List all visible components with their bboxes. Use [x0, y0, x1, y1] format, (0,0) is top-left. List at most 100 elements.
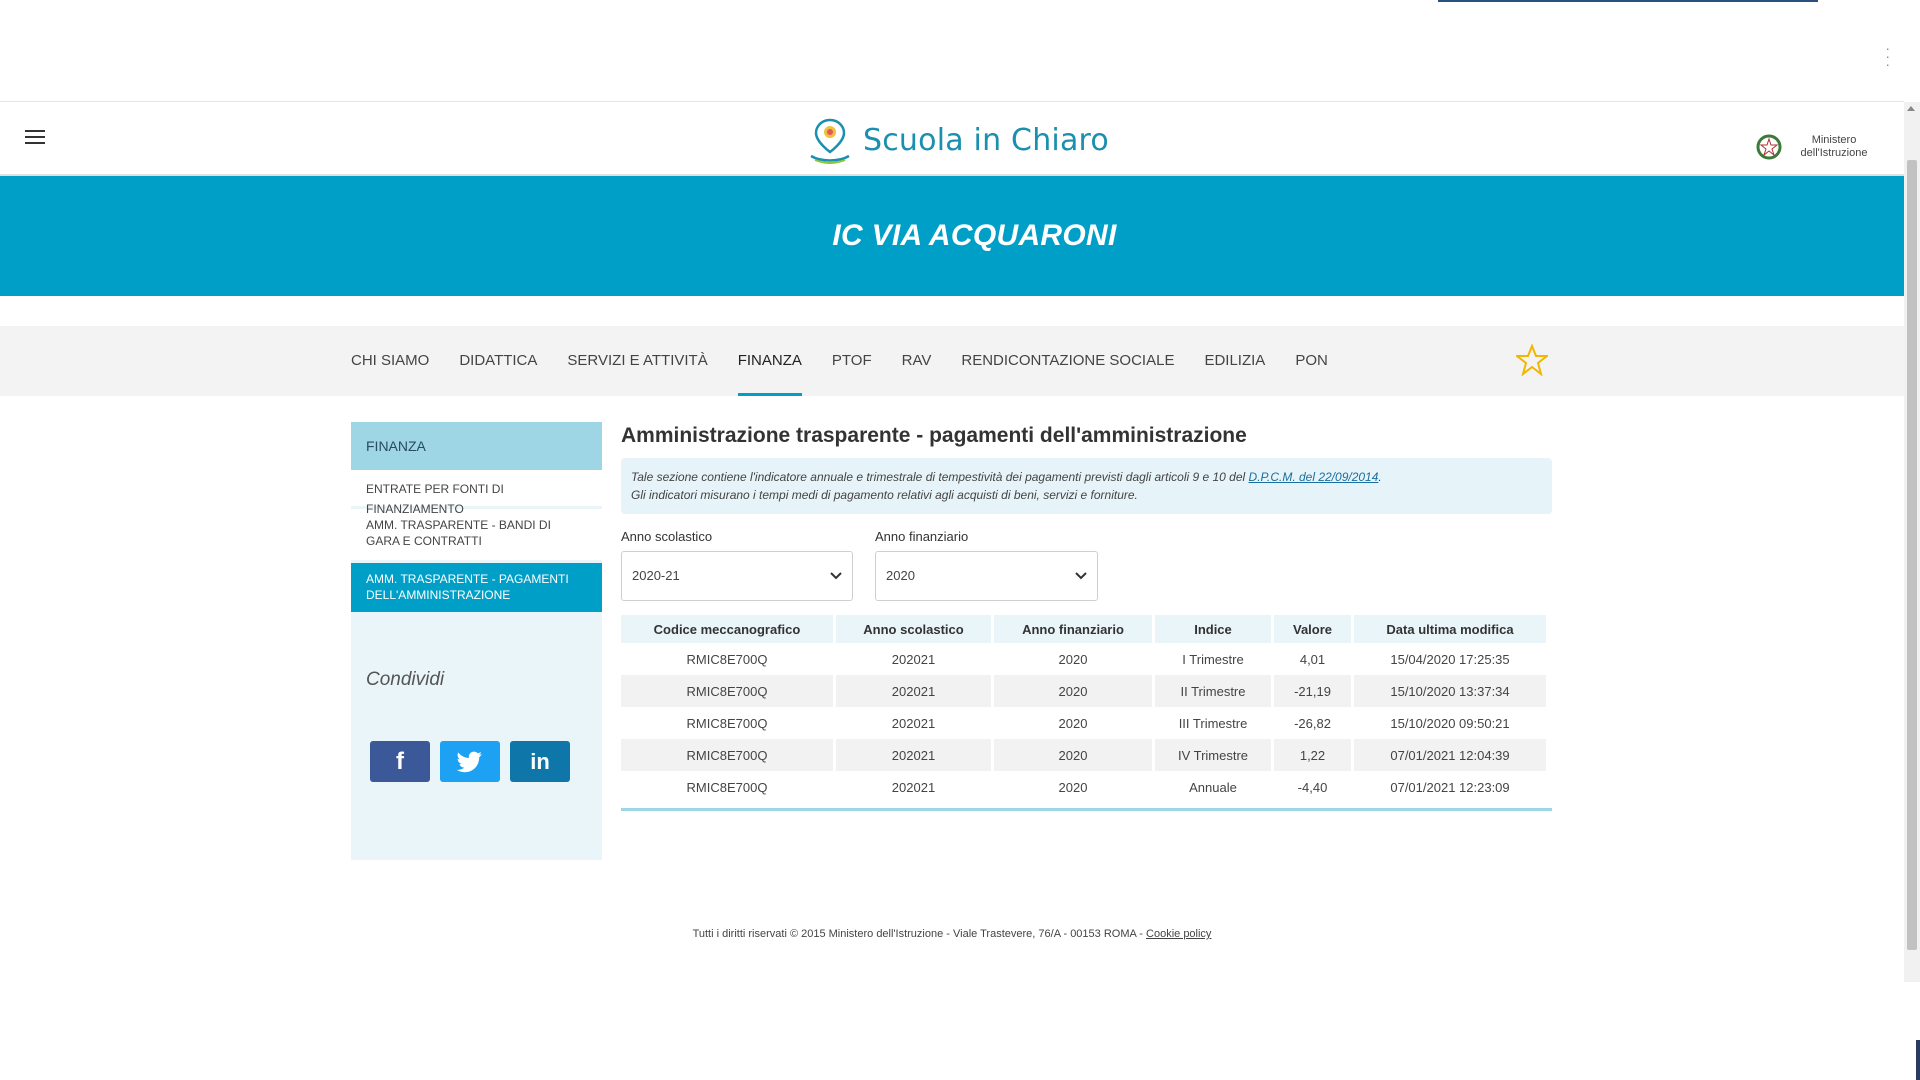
sidebar-heading: FINANZA: [351, 422, 602, 470]
info-box: Tale sezione contiene l'indicatore annua…: [621, 458, 1552, 514]
chevron-down-icon: [1075, 572, 1087, 580]
nav-chi-siamo[interactable]: CHI SIAMO: [351, 326, 429, 396]
dpcm-link[interactable]: D.P.C.M. del 22/09/2014: [1249, 470, 1379, 484]
site-logo[interactable]: Scuola in Chiaro: [805, 116, 1109, 164]
nav-rav[interactable]: RAV: [902, 326, 932, 396]
school-name: IC VIA ACQUARONI: [832, 219, 1117, 252]
anno-scolastico-label: Anno scolastico: [621, 529, 713, 544]
linkedin-icon: in: [530, 748, 550, 774]
cell: IV Trimestre: [1155, 739, 1271, 771]
col-indice: Indice: [1155, 615, 1271, 643]
cookie-policy-link[interactable]: Cookie policy: [1146, 928, 1211, 940]
cell: II Trimestre: [1155, 675, 1271, 707]
facebook-icon: f: [396, 747, 404, 775]
cell: 2020: [1058, 715, 1088, 731]
cell: I Trimestre: [1182, 651, 1244, 667]
nav-edilizia[interactable]: EDILIZIA: [1204, 326, 1265, 396]
page-title: Amministrazione trasparente - pagamenti …: [621, 424, 1247, 447]
info-text-1: Tale sezione contiene l'indicatore annua…: [631, 470, 1249, 484]
ministero-text: Ministero dell'Istruzione: [1800, 134, 1868, 159]
logo-text: Scuola in Chiaro: [863, 122, 1109, 158]
school-banner: IC VIA ACQUARONI: [0, 176, 1904, 296]
cell: 2020: [1058, 651, 1088, 667]
twitter-icon: [457, 751, 482, 772]
cell: 202021: [836, 675, 991, 707]
menu-icon[interactable]: [25, 130, 45, 144]
cell: -26,82: [1294, 715, 1331, 731]
cell: 2020: [994, 739, 1152, 771]
nav-rendicontazione[interactable]: RENDICONTAZIONE SOCIALE: [961, 326, 1174, 396]
cell: Annuale: [1189, 779, 1237, 795]
filter-anno-scolastico: Anno scolastico 2020-21: [621, 529, 853, 601]
browser-chrome: · · ·: [0, 0, 1904, 102]
sidebar-item-bandi[interactable]: AMM. TRASPARENTE - BANDI DI GARA E CONTR…: [351, 509, 602, 563]
progress-line: [1438, 0, 1818, 2]
social-buttons: f in: [351, 741, 602, 782]
twitter-button[interactable]: [440, 741, 500, 782]
cell: 07/01/2021 12:23:09: [1390, 779, 1510, 795]
table-row: RMIC8E700Q 202021 2020 III Trimestre -26…: [621, 707, 1546, 739]
linkedin-button[interactable]: in: [510, 741, 570, 782]
nav-ptof[interactable]: PTOF: [832, 326, 872, 396]
cell: 202021: [891, 779, 936, 795]
anno-finanziario-value: 2020: [886, 568, 915, 583]
favorite-star-icon[interactable]: [1516, 344, 1548, 376]
cell: RMIC8E700Q: [686, 651, 768, 667]
main-content: Amministrazione trasparente - pagamenti …: [621, 422, 1552, 811]
cell: RMIC8E700Q: [621, 739, 833, 771]
footer: Tutti i diritti riservati © 2015 Ministe…: [0, 928, 1904, 940]
cell: RMIC8E700Q: [621, 675, 833, 707]
cell: RMIC8E700Q: [686, 715, 768, 731]
sidebar: FINANZA ENTRATE PER FONTI DI FINANZIAMEN…: [351, 422, 602, 860]
nav-servizi[interactable]: SERVIZI E ATTIVITÀ: [567, 326, 707, 396]
site-header: Scuola in Chiaro Ministero dell'Istruzio…: [0, 102, 1904, 176]
share-label: Condividi: [366, 669, 445, 690]
scrollbar-thumb[interactable]: [1907, 160, 1917, 950]
table-row: RMIC8E700Q 202021 2020 II Trimestre -21,…: [621, 675, 1546, 707]
cell: 202021: [891, 715, 936, 731]
cell: 202021: [891, 651, 936, 667]
scrollbar[interactable]: [1904, 102, 1920, 982]
cell: 07/01/2021 12:04:39: [1354, 739, 1546, 771]
cell: -21,19: [1274, 675, 1351, 707]
sidebar-item-entrate[interactable]: ENTRATE PER FONTI DI FINANZIAMENTO: [351, 470, 602, 516]
footer-text: Tutti i diritti riservati © 2015 Ministe…: [692, 928, 1147, 940]
chevron-down-icon: [830, 572, 842, 580]
scroll-up-icon[interactable]: [1907, 106, 1915, 111]
anno-scolastico-value: 2020-21: [632, 568, 680, 583]
anno-finanziario-label: Anno finanziario: [875, 529, 969, 544]
window-edge: [1916, 1040, 1920, 1080]
cell: -4,40: [1297, 779, 1328, 795]
cell: RMIC8E700Q: [686, 779, 768, 795]
col-data-modifica: Data ultima modifica: [1354, 615, 1546, 643]
col-valore: Valore: [1274, 615, 1351, 643]
cell: 2020: [1058, 779, 1088, 795]
cell: 4,01: [1299, 651, 1326, 667]
sidebar-item-pagamenti[interactable]: AMM. TRASPARENTE - PAGAMENTI DELL'AMMINI…: [351, 563, 602, 615]
more-vert-icon[interactable]: · · ·: [1885, 41, 1890, 71]
main-nav: CHI SIAMO DIDATTICA SERVIZI E ATTIVITÀ F…: [0, 326, 1904, 396]
cell: III Trimestre: [1178, 715, 1248, 731]
table-bottom-rule: [621, 808, 1552, 811]
facebook-button[interactable]: f: [370, 741, 430, 782]
nav-didattica[interactable]: DIDATTICA: [459, 326, 537, 396]
info-text-2: Gli indicatori misurano i tempi medi di …: [631, 488, 1138, 502]
anno-scolastico-select[interactable]: 2020-21: [621, 551, 853, 601]
ministero-logo[interactable]: Ministero dell'Istruzione: [1756, 132, 1874, 162]
cell: 15/04/2020 17:25:35: [1390, 651, 1510, 667]
filter-anno-finanziario: Anno finanziario 2020: [875, 529, 1098, 601]
col-codice: Codice meccanografico: [621, 615, 833, 643]
nav-finanza[interactable]: FINANZA: [737, 326, 803, 396]
table-header-row: Codice meccanografico Anno scolastico An…: [621, 615, 1546, 643]
cell: 202021: [836, 739, 991, 771]
pagamenti-table: Codice meccanografico Anno scolastico An…: [618, 615, 1549, 803]
table-row: RMIC8E700Q 202021 2020 IV Trimestre 1,22…: [621, 739, 1546, 771]
table-row: RMIC8E700Q 202021 2020 I Trimestre 4,01 …: [621, 643, 1546, 675]
cell: 15/10/2020 09:50:21: [1390, 715, 1510, 731]
republic-emblem-icon: [1756, 134, 1782, 160]
cell: 15/10/2020 13:37:34: [1354, 675, 1546, 707]
cell: 1,22: [1274, 739, 1351, 771]
anno-finanziario-select[interactable]: 2020: [875, 551, 1098, 601]
cell: 2020: [994, 675, 1152, 707]
nav-pon[interactable]: PON: [1295, 326, 1328, 396]
